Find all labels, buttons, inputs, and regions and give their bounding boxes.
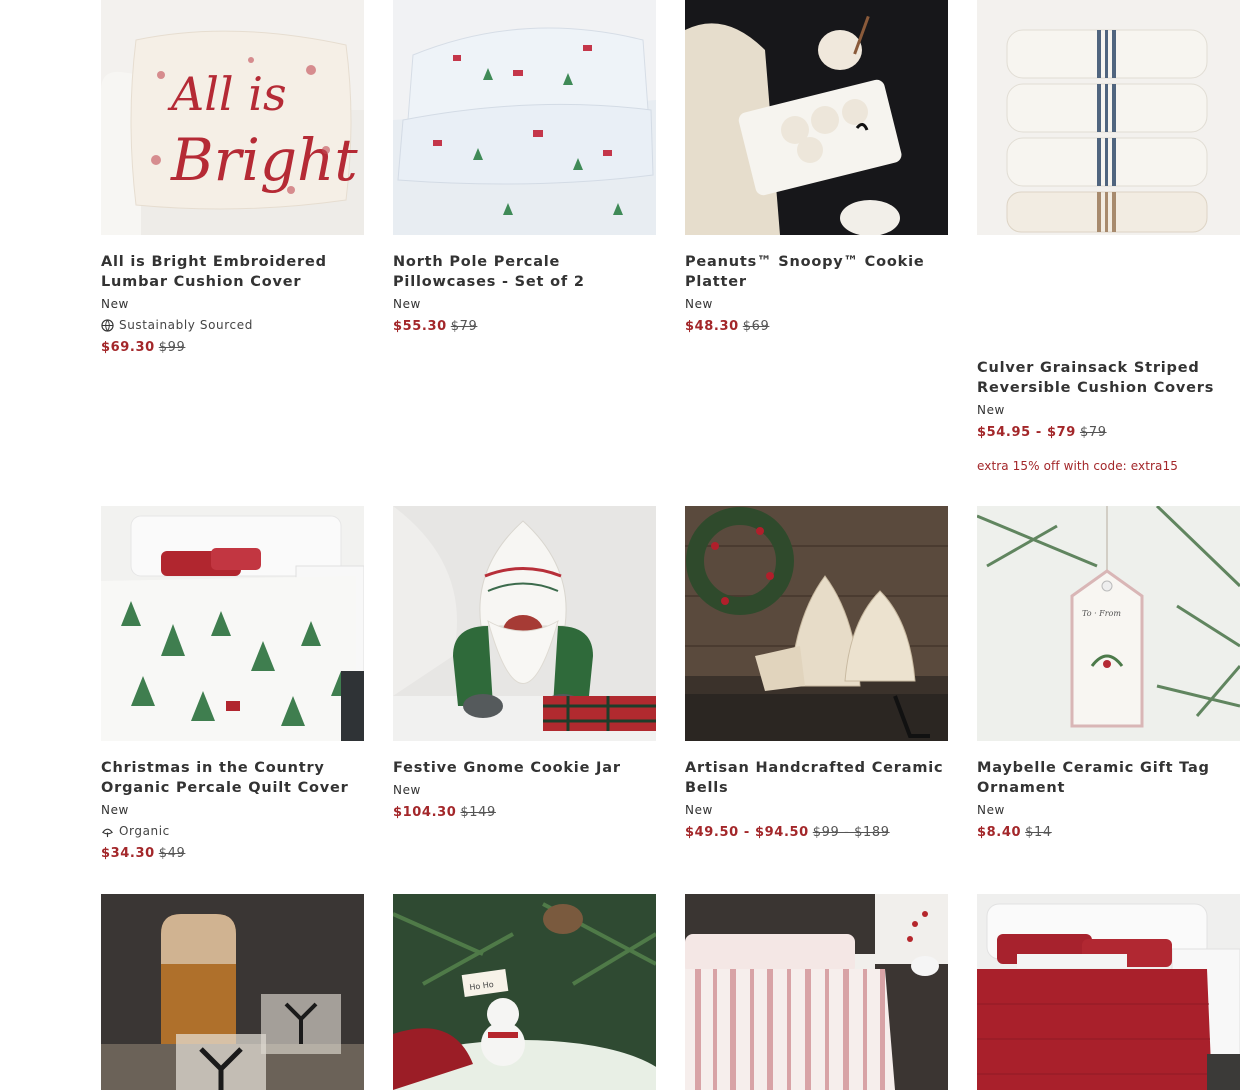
product-card[interactable]: Ho Ho (393, 894, 656, 1090)
promo-code-text: extra 15% off with code: extra15 (977, 459, 1178, 473)
price: $48.30 $69 (685, 318, 948, 336)
product-card[interactable]: Culver Grainsack Striped Reversible Cush… (977, 0, 1240, 473)
new-badge: New (101, 297, 129, 311)
ceramic-bells-image[interactable] (685, 506, 948, 741)
original-price: $149 (460, 805, 496, 820)
original-price: $49 (158, 846, 186, 861)
striped-cushions-image[interactable] (977, 0, 1240, 235)
price: $49.50 - $94.50 $99 - $189 (685, 824, 948, 842)
new-badge: New (977, 803, 1005, 817)
attribute-label: Sustainably Sourced (119, 318, 253, 332)
new-badge: New (685, 297, 713, 311)
product-card[interactable]: All is Bright All is Bright Embroidered … (101, 0, 364, 357)
attribute-badge: Organic (101, 822, 364, 840)
snowman-centerpiece-image[interactable]: Ho Ho (393, 894, 656, 1090)
original-price: $99 - $189 (812, 825, 890, 840)
embroidered-cushion-image[interactable]: All is Bright (101, 0, 364, 235)
product-name[interactable]: Artisan Handcrafted Ceramic Bells (685, 758, 948, 798)
pillowcases-image[interactable] (393, 0, 656, 235)
sale-price: $104.30 (393, 805, 457, 820)
new-badge: New (393, 783, 421, 797)
product-card[interactable] (101, 894, 364, 1090)
product-name[interactable]: North Pole Percale Pillowcases - Set of … (393, 252, 656, 292)
price: $8.40 $14 (977, 824, 1240, 842)
attribute-label: Organic (119, 824, 170, 838)
gift-tag-ornament-image[interactable]: To · From (977, 506, 1240, 741)
product-card[interactable]: North Pole Percale Pillowcases - Set of … (393, 0, 656, 336)
product-name[interactable]: All is Bright Embroidered Lumbar Cushion… (101, 252, 364, 292)
price: $104.30 $149 (393, 804, 656, 822)
gnome-jar-image[interactable] (393, 506, 656, 741)
whiskey-glasses-image[interactable] (101, 894, 364, 1090)
product-card[interactable]: To · From Maybelle Ceramic Gift Tag Orna… (977, 506, 1240, 842)
price: $34.30 $49 (101, 845, 364, 863)
new-badge: New (977, 403, 1005, 417)
product-card[interactable]: Artisan Handcrafted Ceramic Bells New $4… (685, 506, 948, 842)
sale-price: $34.30 (101, 846, 155, 861)
product-name[interactable]: Christmas in the Country Organic Percale… (101, 758, 364, 798)
product-name[interactable]: Peanuts™ Snoopy™ Cookie Platter (685, 252, 948, 292)
product-name[interactable]: Culver Grainsack Striped Reversible Cush… (977, 358, 1240, 398)
product-name[interactable]: Festive Gnome Cookie Jar (393, 758, 656, 778)
sale-price: $54.95 - $79 (977, 425, 1076, 440)
product-card[interactable] (685, 894, 948, 1090)
quilt-bed-image[interactable] (101, 506, 364, 741)
original-price: $69 (742, 319, 770, 334)
price: $69.30 $99 (101, 339, 364, 357)
svg-text:All is: All is (167, 67, 287, 121)
price: $55.30 $79 (393, 318, 656, 336)
striped-bedding-image[interactable] (685, 894, 948, 1090)
new-badge: New (685, 803, 713, 817)
product-card[interactable]: Christmas in the Country Organic Percale… (101, 506, 364, 863)
sale-price: $48.30 (685, 319, 739, 334)
red-quilt-bedding-image[interactable] (977, 894, 1240, 1090)
product-card[interactable]: Festive Gnome Cookie Jar New $104.30 $149 (393, 506, 656, 822)
cookie-platter-image[interactable] (685, 0, 948, 235)
product-card[interactable] (977, 894, 1240, 1090)
original-price: $79 (1079, 425, 1107, 440)
price: $54.95 - $79 $79 (977, 424, 1240, 442)
attribute-badge: Sustainably Sourced (101, 316, 364, 334)
sale-price: $69.30 (101, 340, 155, 355)
sale-price: $8.40 (977, 825, 1022, 840)
original-price: $99 (158, 340, 186, 355)
original-price: $14 (1025, 825, 1052, 840)
leaf-icon (102, 828, 113, 837)
new-badge: New (101, 803, 129, 817)
product-card[interactable]: Peanuts™ Snoopy™ Cookie Platter New $48.… (685, 0, 948, 336)
original-price: $79 (450, 319, 478, 334)
new-badge: New (393, 297, 421, 311)
sale-price: $55.30 (393, 319, 447, 334)
svg-text:Bright: Bright (170, 126, 358, 194)
svg-text:To · From: To · From (1082, 609, 1121, 618)
sale-price: $49.50 - $94.50 (685, 825, 809, 840)
globe-icon (101, 318, 114, 332)
product-name[interactable]: Maybelle Ceramic Gift Tag Ornament (977, 758, 1240, 798)
